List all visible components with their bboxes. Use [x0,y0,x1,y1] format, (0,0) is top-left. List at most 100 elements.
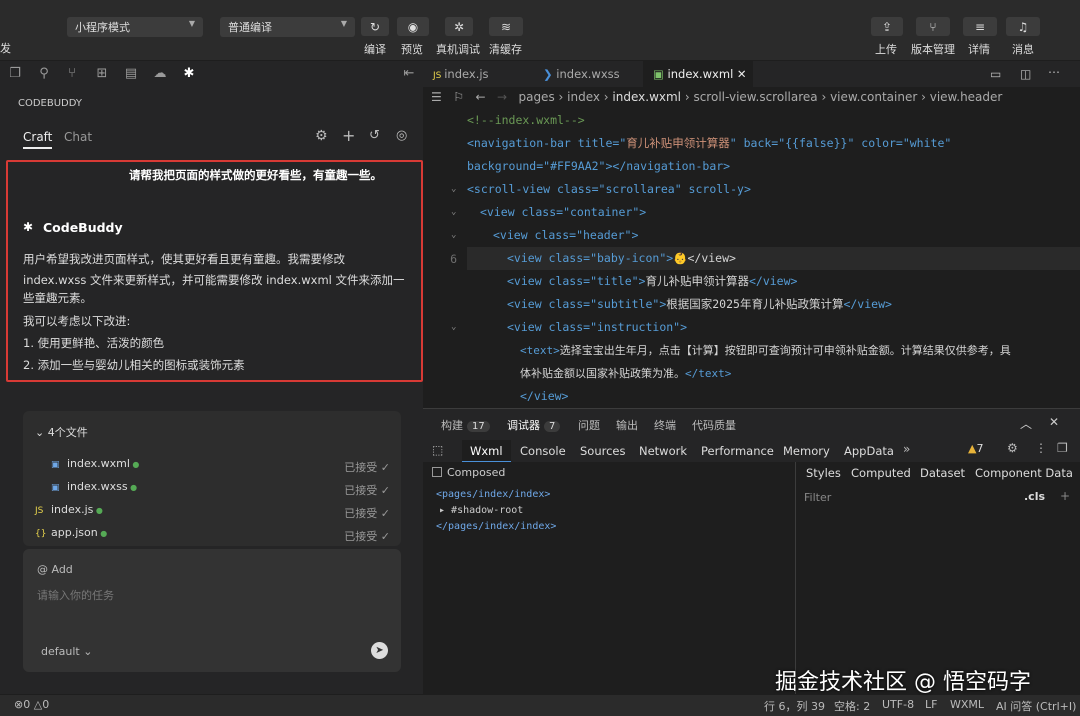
detail-button[interactable]: ≡ [963,17,997,36]
cursor-position[interactable]: 行 6，列 39 [764,698,825,714]
crumb[interactable]: view.container [830,90,917,104]
back-icon[interactable]: ← [475,90,485,104]
version-button[interactable]: ⑂ [916,17,950,36]
tab-index-wxml[interactable]: ▣ index.wxml ✕ [643,61,753,88]
inspect-icon[interactable]: ⬚ [432,443,443,457]
send-icon[interactable]: ➤ [371,642,388,659]
tab-computed[interactable]: Computed [844,462,918,484]
upload-label[interactable]: 上传 [875,41,897,57]
chevron-up-icon[interactable]: ︿ [1020,415,1032,432]
tab-craft[interactable]: Craft [23,130,53,149]
close-icon[interactable]: ✕ [1049,415,1059,429]
crumb[interactable]: view.header [930,90,1003,104]
dom-node[interactable]: <pages/index/index> [436,489,550,500]
message-button[interactable]: ♫ [1006,17,1040,36]
codebuddy-icon[interactable]: ✱ [181,66,197,82]
version-label[interactable]: 版本管理 [911,41,955,57]
compile-button[interactable]: ↻ [361,17,389,36]
file-row[interactable]: {} app.json ● 已接受 ✓ [35,526,390,546]
fold-icon[interactable]: ⌄ [451,230,456,240]
eol[interactable]: LF [925,698,937,711]
docker-icon[interactable]: ☁ [152,66,168,82]
settings-icon[interactable]: ⚙ [1007,441,1018,455]
tab-issues[interactable]: 问题 [578,417,600,433]
ai-qa[interactable]: AI 问答 (Ctrl+I) [996,698,1076,714]
history-icon[interactable]: ↺ [369,128,380,143]
message-label[interactable]: 消息 [1012,41,1034,57]
crumb[interactable]: scroll-view.scrollarea [693,90,817,104]
tab-sources[interactable]: Sources [572,440,634,463]
plus-icon[interactable]: + [342,126,355,145]
bookmark-icon[interactable]: ⚐ [453,90,464,104]
compile-label[interactable]: 编译 [364,41,386,57]
extensions-icon[interactable]: ⊞ [94,66,110,82]
search-icon[interactable]: ⚲ [36,66,52,82]
files-icon[interactable]: ❐ [7,66,23,82]
encoding[interactable]: UTF-8 [882,698,914,711]
forward-icon[interactable]: → [497,90,507,104]
tab-output[interactable]: 输出 [616,417,638,433]
cls-button[interactable]: .cls [1024,490,1045,503]
fold-icon[interactable]: ⌄ [451,322,456,332]
tab-performance[interactable]: Performance [693,440,782,463]
tab-terminal[interactable]: 终端 [654,417,676,433]
indent-setting[interactable]: 空格: 2 [834,698,870,714]
tab-wxml[interactable]: Wxml [462,440,511,463]
device-debug-label[interactable]: 真机调试 [436,41,480,57]
clear-cache-button[interactable]: ≋ [489,17,523,36]
compile-select[interactable]: 普通编译 ▼ [220,17,355,37]
storage-icon[interactable]: ▤ [123,66,139,82]
device-debug-button[interactable]: ✲ [445,17,473,36]
problems-indicator[interactable]: ⊗0 △0 [14,698,49,711]
tab-dataset[interactable]: Dataset [913,462,972,484]
tab-chat[interactable]: Chat [64,130,92,144]
fold-icon[interactable]: ⌄ [451,207,456,217]
file-row[interactable]: wxss▣index.wxss ●已接受 ✓ [35,480,390,500]
tab-index-js[interactable]: JS index.js [423,61,529,88]
tab-network[interactable]: Network [631,440,695,463]
crumb[interactable]: pages [518,90,554,104]
tab-component-data[interactable]: Component Data [968,462,1080,484]
fold-icon[interactable]: ⌄ [451,184,456,194]
file-row[interactable]: JS index.js ● 已接受 ✓ [35,503,390,523]
model-select[interactable]: default ⌄ [41,645,92,658]
tab-styles[interactable]: Styles [799,462,848,484]
split-editor-icon[interactable]: ◫ [1020,67,1031,81]
dom-node[interactable]: ▸ #shadow-root [439,505,523,516]
file-row[interactable]: wxml▣index.wxml ●已接受 ✓ [35,457,390,477]
preview-button[interactable]: ◉ [397,17,429,36]
crumb[interactable]: index.wxml [612,90,681,104]
task-input-box[interactable]: @ Add 请输入你的任务 default ⌄ ➤ [23,549,401,672]
composed-checkbox[interactable] [432,467,442,477]
tab-debugger[interactable]: 调试器 7 [507,417,561,433]
dom-node[interactable]: </pages/index/index> [436,521,556,532]
settings-icon[interactable]: ⚙ [315,128,328,144]
close-icon[interactable]: ✕ [737,67,747,81]
more-icon[interactable]: ⋯ [1048,65,1060,79]
warnings-badge[interactable]: ▲7 [968,442,983,455]
add-context-button[interactable]: @ Add [37,563,73,576]
files-header[interactable]: ⌄ 4个文件 [35,424,88,440]
detail-label[interactable]: 详情 [968,41,990,57]
target-icon[interactable]: ◎ [396,128,407,143]
upload-button[interactable]: ⇪ [871,17,903,36]
tab-build[interactable]: 构建 17 [441,417,490,433]
kebab-icon[interactable]: ⋮ [1035,441,1047,455]
tab-quality[interactable]: 代码质量 [692,417,736,433]
language-mode[interactable]: WXML [950,698,984,711]
code-editor[interactable]: <!--index.wxml--> <navigation-bar title=… [423,109,1080,408]
clear-cache-label[interactable]: 清缓存 [489,41,522,57]
list-icon[interactable]: ☰ [431,90,442,104]
tab-memory[interactable]: Memory [775,440,838,463]
crumb[interactable]: index [567,90,600,104]
tab-index-wxss[interactable]: ❯ index.wxss [533,61,643,88]
task-input[interactable]: 请输入你的任务 [37,587,114,603]
collapse-panel-icon[interactable]: ⇤ [401,66,417,82]
more-tabs-icon[interactable]: » [903,442,910,456]
tab-console[interactable]: Console [512,440,574,463]
chat-icon[interactable]: ▭ [990,67,1001,81]
filter-input[interactable]: Filter [804,491,831,504]
tab-appdata[interactable]: AppData [836,440,902,463]
source-control-icon[interactable]: ⑂ [64,66,80,82]
preview-label[interactable]: 预览 [401,41,423,57]
